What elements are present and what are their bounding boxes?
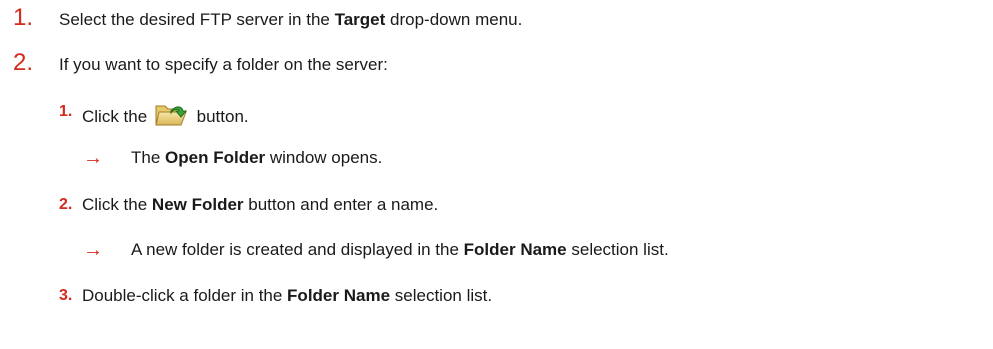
substep-2-result-before: A new folder is created and displayed in… bbox=[131, 240, 464, 259]
substep-3-text: Double-click a folder in the Folder Name… bbox=[82, 284, 492, 308]
step-2-number: 2. bbox=[13, 49, 34, 76]
substep-2-number: 2. bbox=[59, 196, 73, 213]
substep-2-result-arrow: → bbox=[83, 239, 103, 261]
step-1-text: Select the desired FTP server in the Tar… bbox=[59, 8, 522, 32]
step-1-bold: Target bbox=[334, 10, 386, 29]
substep-2-result-bold: Folder Name bbox=[463, 240, 567, 259]
substep-1-number: 1. bbox=[59, 103, 73, 120]
substep-2-result-text: A new folder is created and displayed in… bbox=[131, 238, 669, 262]
substep-3-text-before: Double-click a folder in the bbox=[82, 286, 288, 305]
substep-3-text-after: selection list. bbox=[390, 286, 493, 305]
substep-1-text-after: button. bbox=[191, 107, 249, 126]
substep-1-result-bold: Open Folder bbox=[165, 148, 266, 167]
substep-2-bold: New Folder bbox=[151, 195, 244, 214]
substep-1-result-after: window opens. bbox=[265, 148, 383, 167]
substep-1-text: Click the button. bbox=[82, 100, 249, 129]
substep-1-result-text: The Open Folder window opens. bbox=[131, 146, 382, 170]
substep-1-text-before: Click the bbox=[82, 107, 152, 126]
folder-open-arrow-icon[interactable] bbox=[154, 100, 190, 128]
substep-1-result-before: The bbox=[131, 148, 166, 167]
substep-2-text-before: Click the bbox=[82, 195, 152, 214]
step-1-text-after: drop-down menu. bbox=[385, 10, 523, 29]
step-2-text: If you want to specify a folder on the s… bbox=[59, 55, 388, 74]
substep-3-number: 3. bbox=[59, 287, 73, 304]
substep-2-text: Click the New Folder button and enter a … bbox=[82, 193, 438, 217]
substep-1-result-arrow: → bbox=[83, 147, 103, 169]
substep-3-bold: Folder Name bbox=[287, 286, 391, 305]
substep-2-text-after: button and enter a name. bbox=[243, 195, 439, 214]
step-1-number: 1. bbox=[13, 4, 34, 31]
step-1-text-before: Select the desired FTP server in the bbox=[59, 10, 335, 29]
substep-2-result-after: selection list. bbox=[566, 240, 669, 259]
